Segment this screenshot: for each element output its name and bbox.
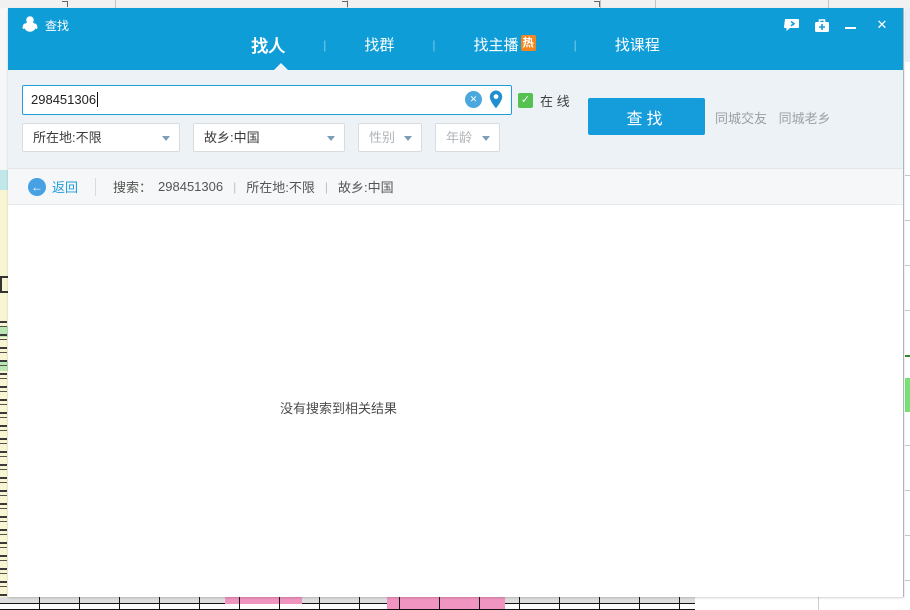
window-fragment — [905, 8, 910, 62]
scroll-thumb[interactable] — [905, 378, 910, 412]
tick — [905, 175, 910, 176]
search-input-value: 298451306 — [31, 86, 98, 114]
tab-label: 找主播 — [474, 37, 519, 54]
search-query: 298451306 — [158, 179, 223, 194]
tab-find-streamers[interactable]: 找主播热 — [470, 34, 540, 55]
summary-filter-location: 所在地:不限 — [246, 177, 315, 196]
checkbox-check-icon: ✓ — [518, 93, 533, 108]
online-label: 在 线 — [540, 91, 570, 110]
window-fragment — [342, 1, 348, 7]
tab-separator: | — [540, 38, 611, 52]
separator: | — [325, 180, 328, 194]
empty-results-message: 没有搜索到相关结果 — [280, 398, 397, 417]
tab-bar: 找人 | 找群 | 找主播热 | 找课程 — [8, 32, 903, 57]
close-button[interactable]: ✕ — [873, 17, 891, 33]
divider — [828, 0, 829, 8]
filter-age-dropdown[interactable]: 年龄 — [435, 123, 500, 152]
divider — [95, 178, 96, 196]
window-fragment — [0, 170, 8, 190]
online-checkbox[interactable]: ✓ 在 线 — [518, 91, 570, 110]
back-arrow-icon: ← — [28, 178, 46, 196]
tab-find-courses[interactable]: 找课程 — [611, 34, 664, 55]
divider — [655, 0, 656, 8]
search-prefix: 搜索： — [113, 177, 152, 196]
tab-separator: | — [289, 38, 360, 52]
clipped-text-column — [0, 318, 7, 605]
active-tab-pointer — [274, 63, 288, 70]
separator: | — [233, 180, 236, 194]
minimize-glyph — [845, 27, 856, 29]
minimize-button[interactable] — [841, 17, 859, 33]
tick — [905, 490, 910, 491]
chevron-down-icon — [404, 136, 412, 141]
divider — [600, 0, 601, 8]
summary-filter-hometown: 故乡:中国 — [338, 177, 394, 196]
clear-icon[interactable]: ✕ — [465, 91, 482, 108]
tab-separator: | — [398, 38, 469, 52]
background-left-strip — [0, 8, 8, 597]
background-right-strip — [903, 8, 910, 597]
divider — [818, 597, 819, 610]
link-same-city-friends[interactable]: 同城交友 — [715, 111, 767, 126]
text-caret — [97, 92, 98, 107]
tab-find-groups[interactable]: 找群 — [360, 34, 398, 55]
filter-location-dropdown[interactable]: 所在地:不限 — [22, 123, 180, 152]
filter-gender-dropdown[interactable]: 性别 — [358, 123, 422, 152]
tick — [905, 535, 910, 536]
tick — [905, 310, 910, 311]
search-panel: 298451306 ✕ ✓ 在 线 所在地:不限 故乡:中国 性别 — [8, 70, 903, 168]
chevron-down-icon — [482, 136, 490, 141]
filter-label: 年龄 — [446, 130, 472, 145]
filter-hometown-dropdown[interactable]: 故乡:中国 — [193, 123, 345, 152]
tab-find-people[interactable]: 找人 — [247, 32, 289, 57]
filter-label: 所在地:不限 — [33, 130, 102, 145]
filter-label: 性别 — [369, 130, 395, 145]
titlebar[interactable]: 查找 ✕ 找人 | 找群 | 找主播热 — [8, 8, 903, 70]
clipped-glyph — [0, 276, 8, 293]
location-pin-icon[interactable] — [489, 90, 503, 109]
tick — [905, 265, 910, 266]
link-same-city-hometown[interactable]: 同城老乡 — [779, 111, 831, 126]
toolbox-icon[interactable] — [813, 17, 831, 33]
find-window: 查找 ✕ 找人 | 找群 | 找主播热 — [8, 8, 904, 597]
feedback-icon[interactable] — [783, 17, 801, 33]
search-input[interactable]: 298451306 ✕ — [22, 85, 512, 115]
back-button[interactable]: ← 返回 — [28, 177, 78, 196]
spreadsheet-fragment — [0, 597, 695, 610]
gridlines — [0, 597, 695, 610]
city-links: 同城交友 同城老乡 — [715, 108, 839, 127]
search-summary-bar: ← 返回 搜索： 298451306 | 所在地:不限 | 故乡:中国 — [8, 168, 903, 205]
tick — [905, 580, 910, 581]
scroll-marker — [905, 355, 910, 357]
background-bottom-strip — [0, 597, 910, 610]
screen: 查找 ✕ 找人 | 找群 | 找主播热 — [0, 0, 910, 610]
window-fragment — [62, 1, 68, 7]
window-fragment — [594, 1, 600, 7]
qq-penguin-icon — [21, 15, 39, 33]
tick — [905, 220, 910, 221]
back-label: 返回 — [52, 177, 78, 196]
hot-badge: 热 — [521, 35, 536, 51]
chevron-down-icon — [162, 136, 170, 141]
find-button[interactable]: 查找 — [588, 98, 705, 135]
results-area: 没有搜索到相关结果 — [8, 205, 903, 597]
filter-label: 故乡:中国 — [204, 130, 260, 145]
tick — [905, 445, 910, 446]
divider — [115, 0, 116, 8]
chevron-down-icon — [327, 136, 335, 141]
